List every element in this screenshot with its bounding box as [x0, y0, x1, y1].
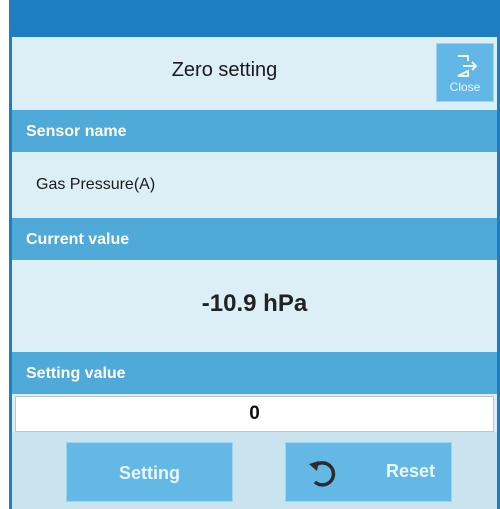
dialog-title: Zero setting: [171, 59, 278, 81]
title-row: Zero setting Close: [12, 37, 497, 108]
setting-button[interactable]: Setting: [66, 442, 233, 502]
reset-button-label: Reset: [386, 461, 436, 481]
current-value-header: Current value: [12, 218, 497, 260]
setting-value-input[interactable]: 0: [15, 396, 494, 432]
dialog-footer: Setting Reset: [12, 432, 497, 509]
exit-door-icon: [457, 55, 478, 77]
zero-setting-dialog: Zero setting Close Sensor name Gas Press…: [9, 0, 500, 509]
current-value-readout: -10.9 hPa: [201, 290, 308, 317]
close-button-label: Close: [449, 80, 481, 94]
undo-arrow-icon: [309, 461, 336, 487]
dialog-top-bar: [12, 0, 497, 37]
sensor-name-header: Sensor name: [12, 110, 497, 152]
setting-value-header: Setting value: [12, 352, 497, 394]
sensor-name-value: Gas Pressure(A): [36, 176, 156, 193]
reset-button[interactable]: Reset: [285, 442, 452, 502]
close-button[interactable]: Close: [436, 43, 494, 102]
